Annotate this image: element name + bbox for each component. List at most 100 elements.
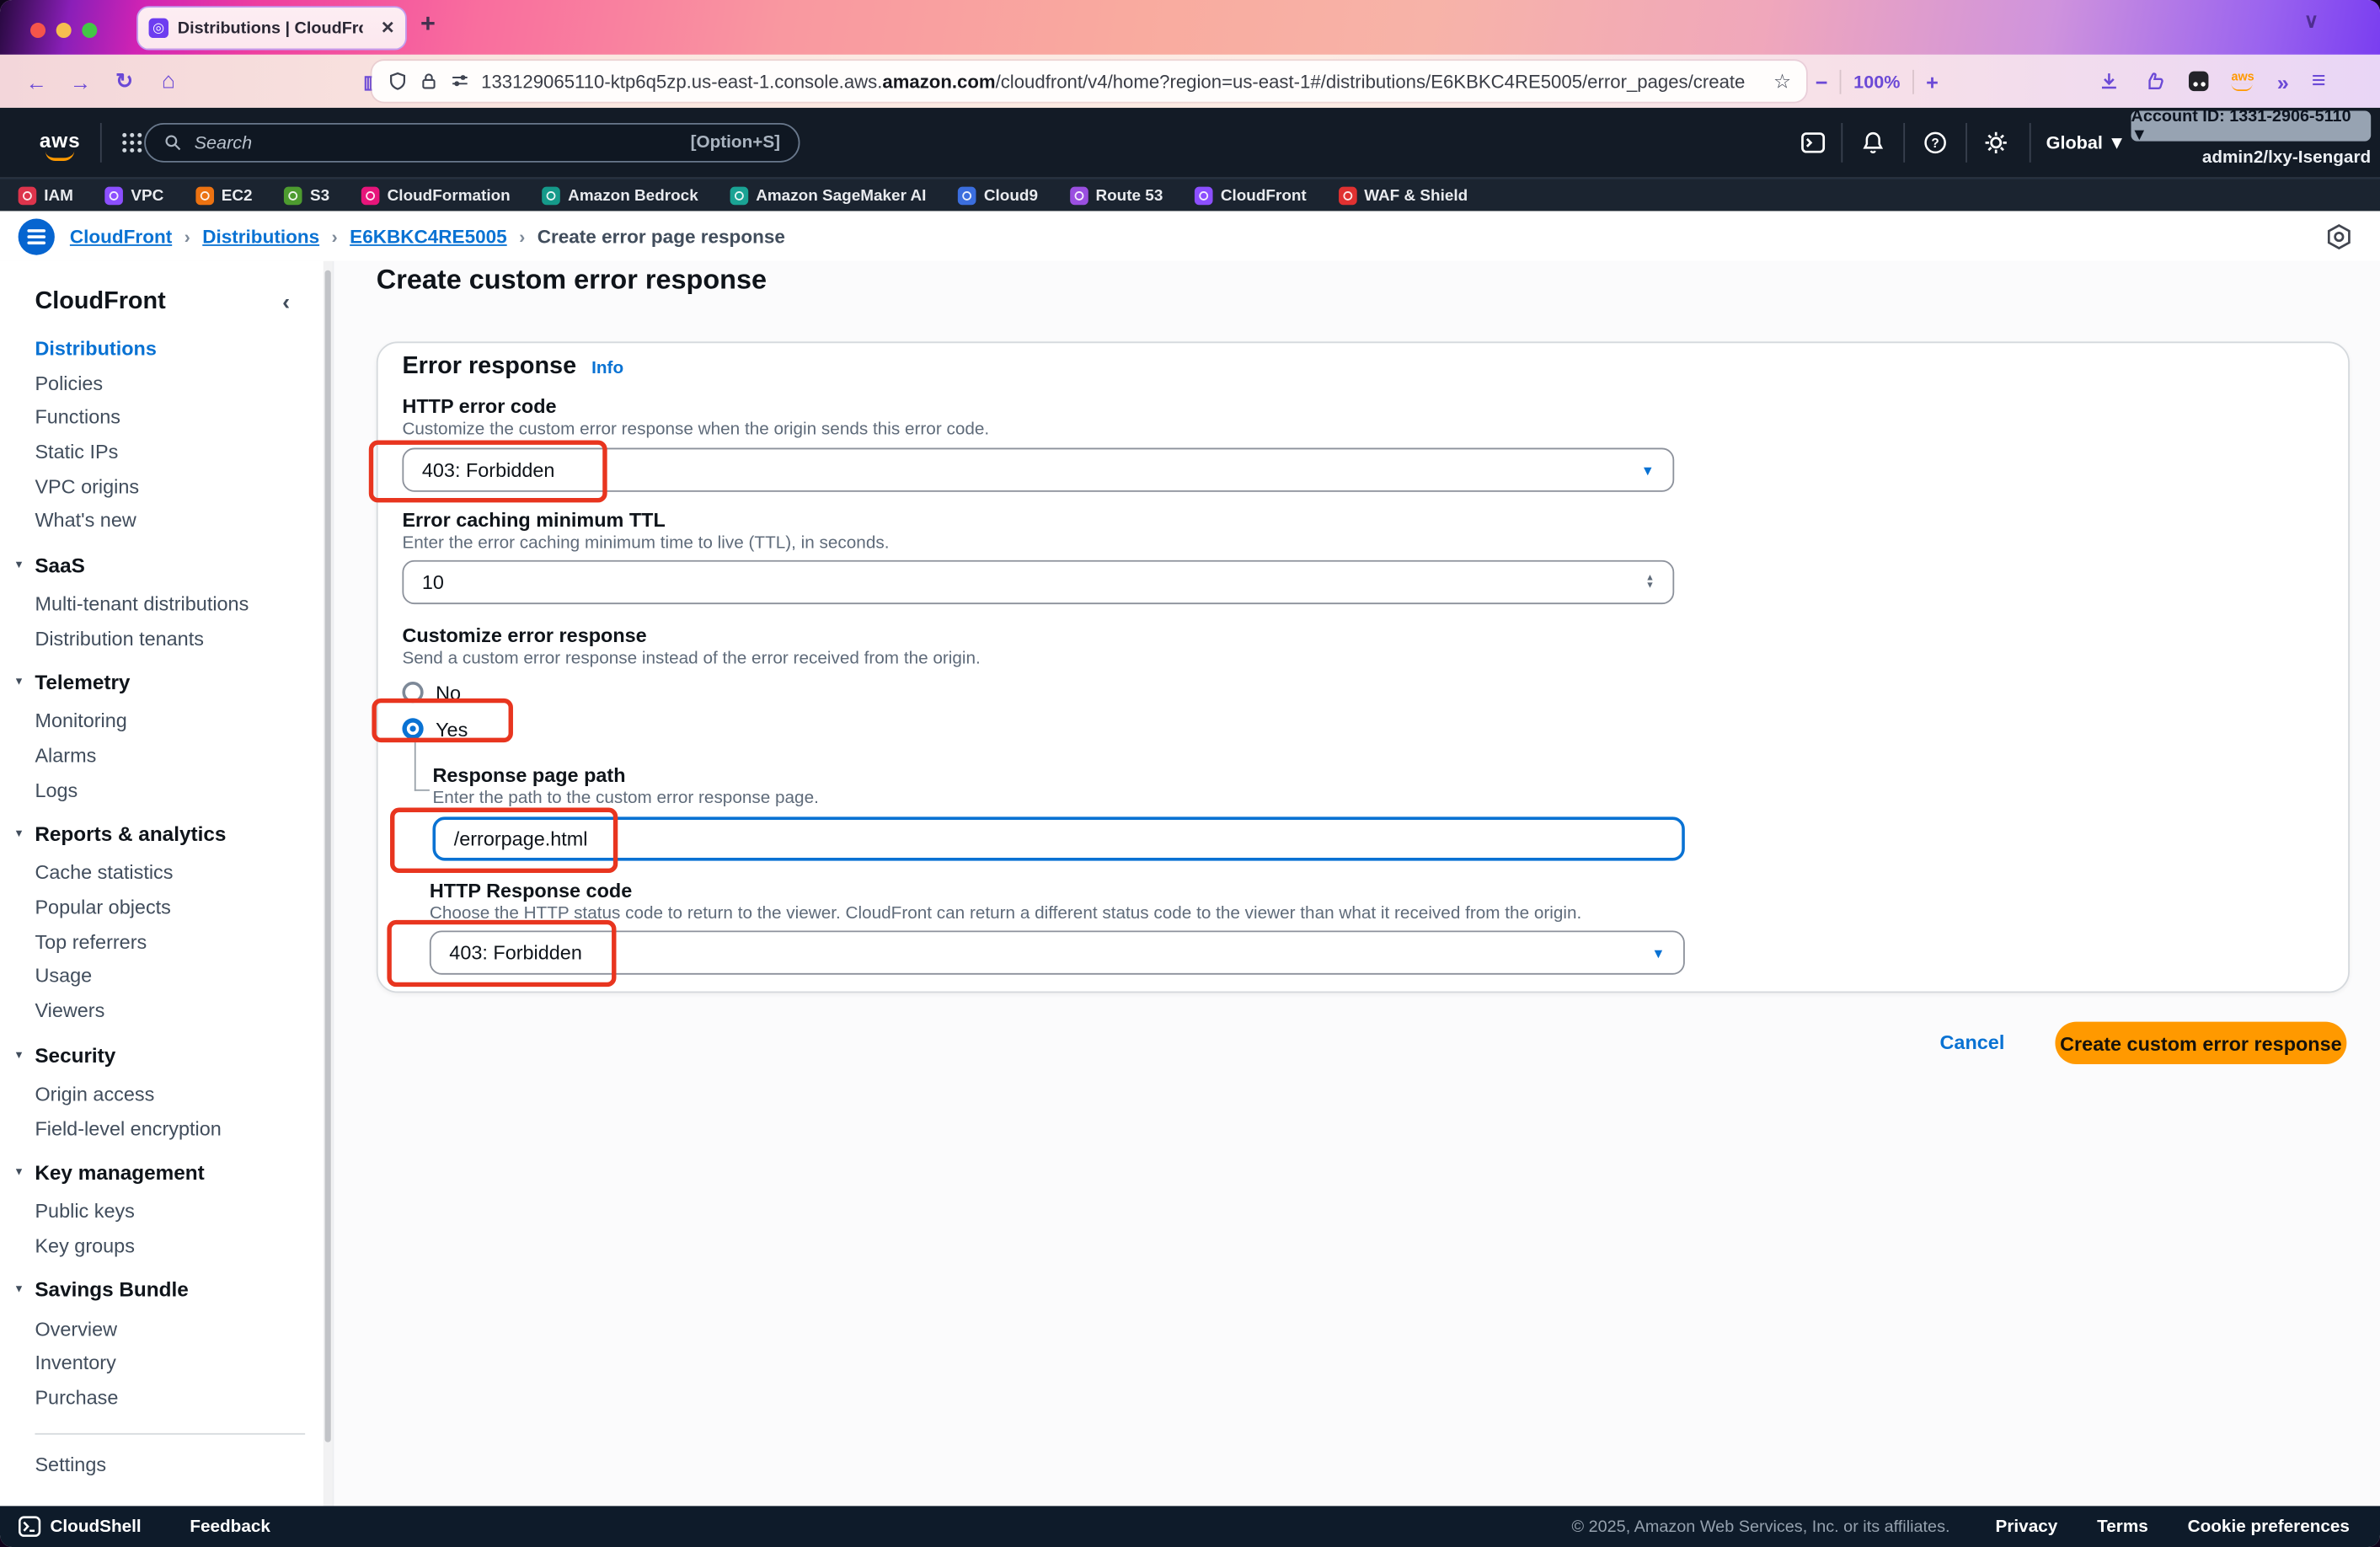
help-icon[interactable]: ? — [1917, 125, 1953, 161]
sidebar-item-overview[interactable]: Overview — [0, 1311, 333, 1346]
cloudshell-nav-icon[interactable] — [1794, 125, 1831, 161]
search-input[interactable]: Search [Option+S] — [144, 123, 800, 163]
extension-icon[interactable] — [2189, 72, 2208, 91]
breadcrumb-link-cloudfront[interactable]: CloudFront — [70, 226, 172, 247]
sidebar-item-cache-statistics[interactable]: Cache statistics — [0, 855, 333, 890]
home-icon[interactable]: ⌂ — [150, 68, 186, 94]
sidebar-scrollbar-thumb[interactable] — [325, 270, 331, 1443]
footer-link-privacy[interactable]: Privacy — [1996, 1518, 2058, 1536]
menu-hamburger-icon[interactable]: ≡ — [2312, 67, 2326, 94]
notifications-hexagon-icon[interactable] — [2325, 223, 2352, 250]
sidebar-item-settings[interactable]: Settings — [0, 1447, 333, 1481]
side-nav-toggle-icon[interactable] — [19, 218, 55, 254]
zoom-level[interactable]: 100% — [1853, 71, 1900, 92]
zoom-in-icon[interactable]: + — [1926, 69, 1939, 94]
forward-icon[interactable]: → — [62, 69, 99, 94]
sidebar-item-public-keys[interactable]: Public keys — [0, 1194, 333, 1228]
sidebar-item-alarms[interactable]: Alarms — [0, 738, 333, 773]
sidebar-item-distribution-tenants[interactable]: Distribution tenants — [0, 621, 333, 656]
bookmark-amazon-sagemaker-ai[interactable]: Amazon SageMaker AI — [730, 187, 927, 206]
bookmark-cloudformation[interactable]: CloudFormation — [361, 187, 511, 206]
cancel-button[interactable]: Cancel — [1940, 1030, 2005, 1053]
sidebar-item-origin-access[interactable]: Origin access — [0, 1076, 333, 1111]
toolbar-overflow-icon[interactable]: » — [2277, 69, 2289, 94]
footer-cloudshell[interactable]: CloudShell — [50, 1518, 141, 1536]
sidebar-item-popular-objects[interactable]: Popular objects — [0, 890, 333, 924]
bookmark-label: Route 53 — [1095, 187, 1163, 206]
services-grid-icon[interactable] — [121, 132, 142, 153]
waf-shield-icon — [1339, 187, 1357, 206]
breadcrumb-separator-icon: › — [332, 226, 338, 247]
ttl-input[interactable]: 10 ▲▼ — [402, 560, 1674, 604]
response-page-path-input[interactable]: /errorpage.html — [432, 816, 1684, 860]
sidebar-item-static-ips[interactable]: Static IPs — [0, 434, 333, 468]
breadcrumb-link-e6kbkc4re5005[interactable]: E6KBKC4RE5005 — [350, 226, 507, 247]
footer-link-terms[interactable]: Terms — [2097, 1518, 2148, 1536]
bookmark-ec2[interactable]: EC2 — [195, 187, 252, 206]
tab-close-icon[interactable]: ✕ — [381, 19, 395, 38]
bookmark-waf-shield[interactable]: WAF & Shield — [1339, 187, 1468, 206]
window-minimize-button[interactable] — [56, 23, 72, 38]
sidebar-item-usage[interactable]: Usage — [0, 959, 333, 993]
sidebar-item-multi-tenant-distributions[interactable]: Multi-tenant distributions — [0, 586, 333, 621]
sidebar-item-field-level-encryption[interactable]: Field-level encryption — [0, 1111, 333, 1145]
breadcrumb-link-distributions[interactable]: Distributions — [202, 226, 319, 247]
window-close-button[interactable] — [30, 23, 45, 38]
download-icon[interactable] — [2098, 70, 2121, 93]
sidebar-item-functions[interactable]: Functions — [0, 400, 333, 435]
permissions-sliders-icon[interactable] — [449, 72, 470, 91]
sidebar-section-telemetry[interactable]: ▼Telemetry — [0, 661, 333, 704]
sidebar-section-reports-analytics[interactable]: ▼Reports & analytics — [0, 813, 333, 855]
create-custom-error-response-button[interactable]: Create custom error response — [2055, 1022, 2346, 1064]
tracking-shield-icon[interactable] — [387, 71, 408, 92]
bookmark-cloud9[interactable]: Cloud9 — [958, 187, 1038, 206]
stepper-icons[interactable]: ▲▼ — [1645, 575, 1655, 590]
signed-in-user[interactable]: admin2/lxy-Isengard — [2131, 149, 2372, 168]
browser-tab[interactable]: ◎ Distributions | CloudFront | Glob ✕ — [136, 6, 407, 50]
url-text[interactable]: 133129065110-ktp6q5zp.us-east-1.console.… — [481, 71, 1762, 92]
sidebar-item-vpc-origins[interactable]: VPC origins — [0, 468, 333, 503]
settings-gear-icon[interactable] — [1978, 125, 2014, 161]
new-tab-button[interactable]: + — [420, 9, 436, 40]
sidebar-item-logs[interactable]: Logs — [0, 773, 333, 807]
sidebar-section-saas[interactable]: ▼SaaS — [0, 543, 333, 586]
sidebar-item-policies[interactable]: Policies — [0, 366, 333, 400]
sidebar-item-distributions[interactable]: Distributions — [0, 331, 333, 366]
sidebar-item-monitoring[interactable]: Monitoring — [0, 704, 333, 738]
sidebar-item-key-groups[interactable]: Key groups — [0, 1228, 333, 1263]
bookmark-cloudfront[interactable]: CloudFront — [1195, 187, 1307, 206]
bookmark-s3[interactable]: S3 — [284, 187, 329, 206]
account-id-badge[interactable]: Account ID: 1331-2906-5110 ▼ — [2131, 111, 2372, 142]
aws-logo[interactable]: aws — [40, 129, 81, 161]
bookmark-iam[interactable]: IAM — [19, 187, 73, 206]
sidebar-section-savings-bundle[interactable]: ▼Savings Bundle — [0, 1269, 333, 1311]
search-icon — [164, 134, 183, 153]
aws-extension-icon[interactable]: aws — [2231, 72, 2254, 91]
reload-icon[interactable]: ↻ — [106, 68, 142, 94]
url-bar[interactable]: 133129065110-ktp6q5zp.us-east-1.console.… — [372, 61, 1806, 102]
bookmark-vpc[interactable]: VPC — [105, 187, 164, 206]
sidebar-item-purchase[interactable]: Purchase — [0, 1380, 333, 1415]
footer-link-cookie-preferences[interactable]: Cookie preferences — [2188, 1518, 2350, 1536]
sidebar-item-inventory[interactable]: Inventory — [0, 1346, 333, 1380]
bookmark-star-icon[interactable]: ☆ — [1773, 69, 1791, 94]
sidebar-collapse-icon[interactable]: ‹ — [282, 289, 290, 315]
lock-icon[interactable] — [419, 72, 438, 91]
addon-thumb-icon[interactable] — [2143, 70, 2166, 93]
sidebar-item-top-referrers[interactable]: Top referrers — [0, 924, 333, 959]
region-selector[interactable]: Global ▼ — [2046, 132, 2126, 153]
sidebar-item-what-s-new[interactable]: What's new — [0, 503, 333, 538]
tab-overflow-chevron-icon[interactable]: ∨ — [2304, 9, 2318, 34]
zoom-out-icon[interactable]: − — [1816, 69, 1828, 94]
window-zoom-button[interactable] — [82, 23, 97, 38]
sidebar-item-viewers[interactable]: Viewers — [0, 993, 333, 1028]
info-link[interactable]: Info — [591, 360, 623, 378]
bookmark-amazon-bedrock[interactable]: Amazon Bedrock — [543, 187, 698, 206]
notifications-bell-icon[interactable] — [1855, 125, 1891, 161]
footer-feedback[interactable]: Feedback — [190, 1518, 270, 1536]
back-icon[interactable]: ← — [19, 69, 55, 94]
http-response-code-select[interactable]: 403: Forbidden ▼ — [430, 930, 1685, 974]
sidebar-section-key-management[interactable]: ▼Key management — [0, 1151, 333, 1193]
bookmark-route-53[interactable]: Route 53 — [1070, 187, 1163, 206]
sidebar-section-security[interactable]: ▼Security — [0, 1034, 333, 1076]
